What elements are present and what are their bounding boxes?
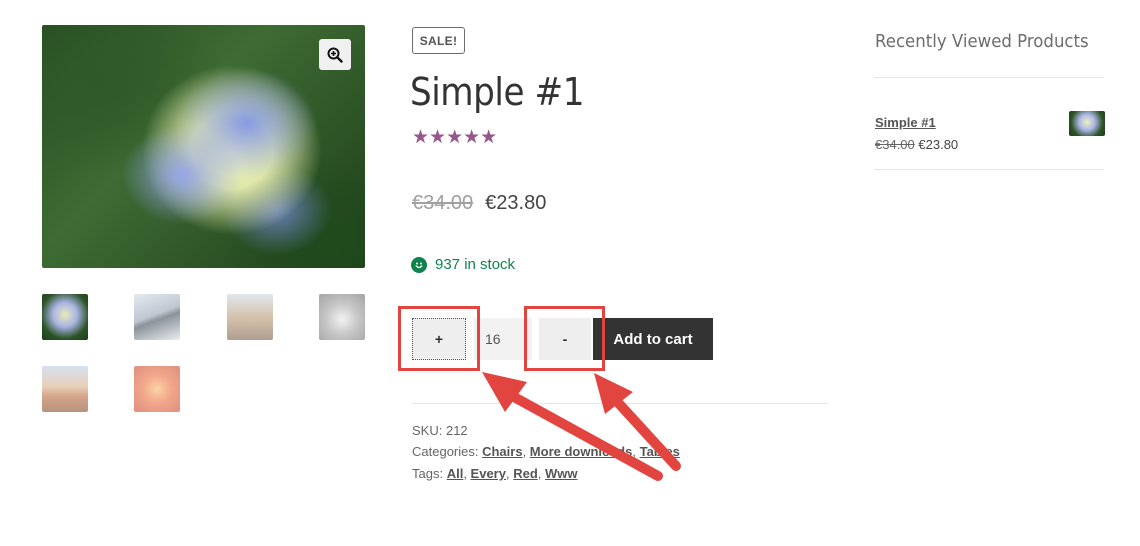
highlight-box-minus [524, 306, 605, 371]
product-title: Simple #1 [410, 70, 585, 114]
star-icons: ★★★★★ [412, 126, 498, 148]
tag-link-all[interactable]: All [447, 466, 464, 481]
sale-price: €23.80 [485, 192, 547, 214]
recently-viewed-old-price: €34.00 [875, 137, 915, 152]
product-sku: SKU: 212 [412, 423, 468, 438]
stock-status: 937 in stock [411, 256, 515, 273]
category-link-more-downloads[interactable]: More downloads [530, 444, 633, 459]
thumbnail-hydrangea[interactable] [42, 294, 88, 340]
categories-label: Categories: [412, 444, 483, 459]
tag-link-every[interactable]: Every [471, 466, 506, 481]
sku-value: 212 [445, 423, 468, 438]
product-categories: Categories: Chairs, More downloads, Tabl… [412, 444, 680, 459]
sidebar-divider [874, 77, 1104, 78]
star-rating: ★★★★★ [412, 127, 497, 147]
tags-label: Tags: [412, 466, 447, 481]
sku-label: SKU: [412, 423, 446, 438]
category-link-tables[interactable]: Tables [640, 444, 680, 459]
arrow-to-plus [482, 372, 663, 481]
thumbnail-koala[interactable] [319, 294, 365, 340]
add-to-cart-button[interactable]: Add to cart [593, 318, 713, 360]
tag-link-red[interactable]: Red [513, 466, 538, 481]
old-price: €34.00 [412, 192, 474, 214]
smiley-icon [411, 256, 427, 273]
sale-badge: SALE! [412, 27, 465, 54]
recently-viewed-item-thumbnail[interactable] [1069, 111, 1105, 136]
recently-viewed-item-link[interactable]: Simple #1 [875, 115, 936, 130]
recently-viewed-title: Recently Viewed Products [875, 31, 1089, 52]
recently-viewed-new-price: €23.80 [918, 137, 959, 152]
thumbnail-desert[interactable] [42, 366, 88, 412]
product-tags: Tags: All, Every, Red, Www [412, 466, 578, 481]
thumbnail-chrysanthemum[interactable] [134, 366, 180, 412]
stock-text: 937 in stock [435, 256, 516, 273]
zoom-button[interactable] [319, 39, 351, 70]
magnifier-plus-icon [327, 47, 343, 63]
recently-viewed-item-price: €34.00 €23.80 [875, 137, 958, 152]
highlight-box-plus [398, 306, 480, 371]
thumbnail-lighthouse[interactable] [227, 294, 273, 340]
price: €34.00 €23.80 [412, 192, 546, 215]
thumbnail-penguins[interactable] [134, 294, 180, 340]
tag-link-www[interactable]: Www [545, 466, 578, 481]
divider [412, 403, 828, 404]
sidebar-divider [874, 169, 1104, 170]
product-main-image[interactable] [42, 25, 365, 268]
category-link-chairs[interactable]: Chairs [482, 444, 522, 459]
